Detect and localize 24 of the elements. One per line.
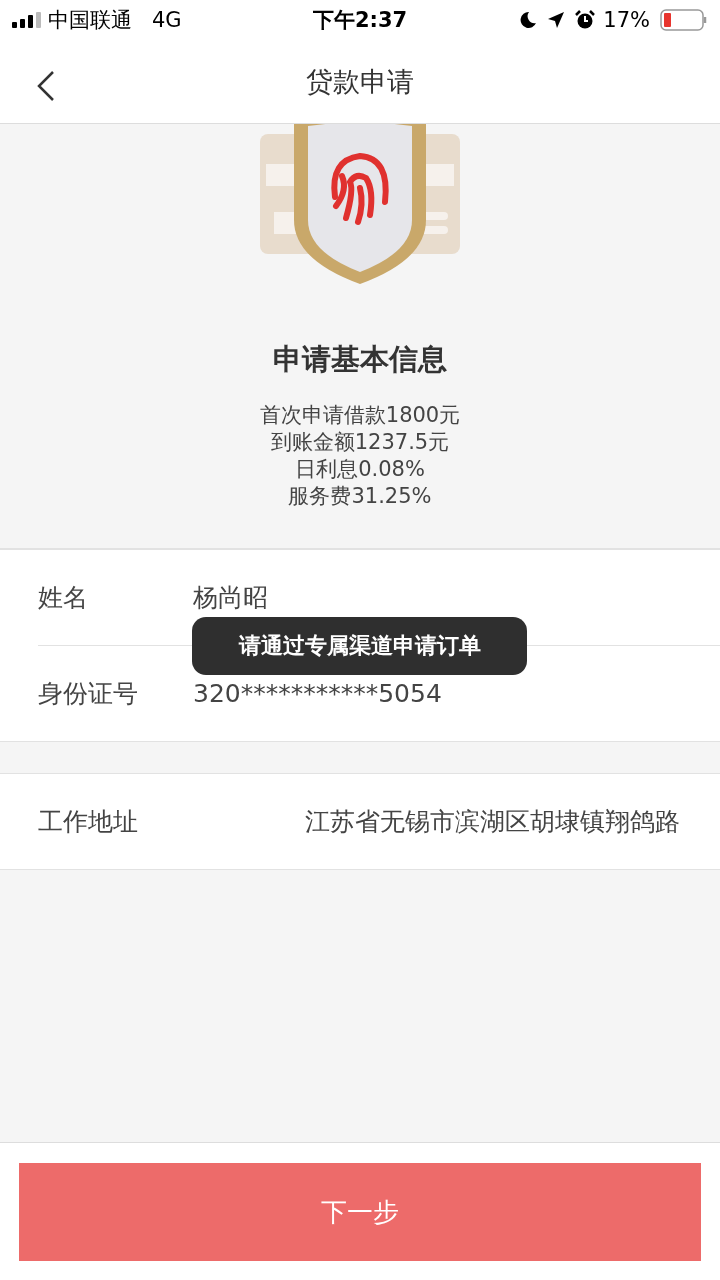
field-value: 杨尚昭 bbox=[193, 582, 269, 614]
field-label: 姓名 bbox=[38, 582, 89, 614]
network-type: 4G bbox=[152, 8, 182, 32]
signal-icon bbox=[12, 12, 42, 28]
page-title: 贷款申请 bbox=[306, 64, 414, 99]
battery-percent: 17% bbox=[603, 8, 650, 32]
loan-detail-text: 到账金额1237.5元 bbox=[270, 429, 450, 456]
loan-detail-text: 日利息0.08% bbox=[295, 456, 425, 483]
carrier-name: 中国联通 bbox=[48, 7, 132, 34]
toast-message: 请通过专属渠道申请订单 bbox=[238, 632, 481, 660]
loan-detail-text: 服务费31.25% bbox=[288, 483, 432, 510]
battery-icon bbox=[660, 9, 708, 31]
next-step-button[interactable]: 下一步 bbox=[19, 1163, 701, 1261]
back-chevron-icon bbox=[36, 70, 56, 102]
loan-detail-text: 首次申请借款1800元 bbox=[259, 402, 461, 429]
field-value: 江苏省无锡市滨湖区胡埭镇翔鸽路 bbox=[304, 806, 681, 838]
field-label: 工作地址 bbox=[38, 806, 139, 838]
clock-time: 下午2:37 bbox=[312, 7, 408, 34]
section-title: 申请基本信息 bbox=[273, 341, 447, 378]
location-arrow-icon bbox=[547, 11, 566, 29]
moon-icon bbox=[519, 11, 538, 29]
alarm-clock-icon bbox=[575, 10, 596, 30]
field-label: 身份证号 bbox=[38, 678, 139, 710]
field-value: 320***********5054 bbox=[193, 679, 443, 708]
